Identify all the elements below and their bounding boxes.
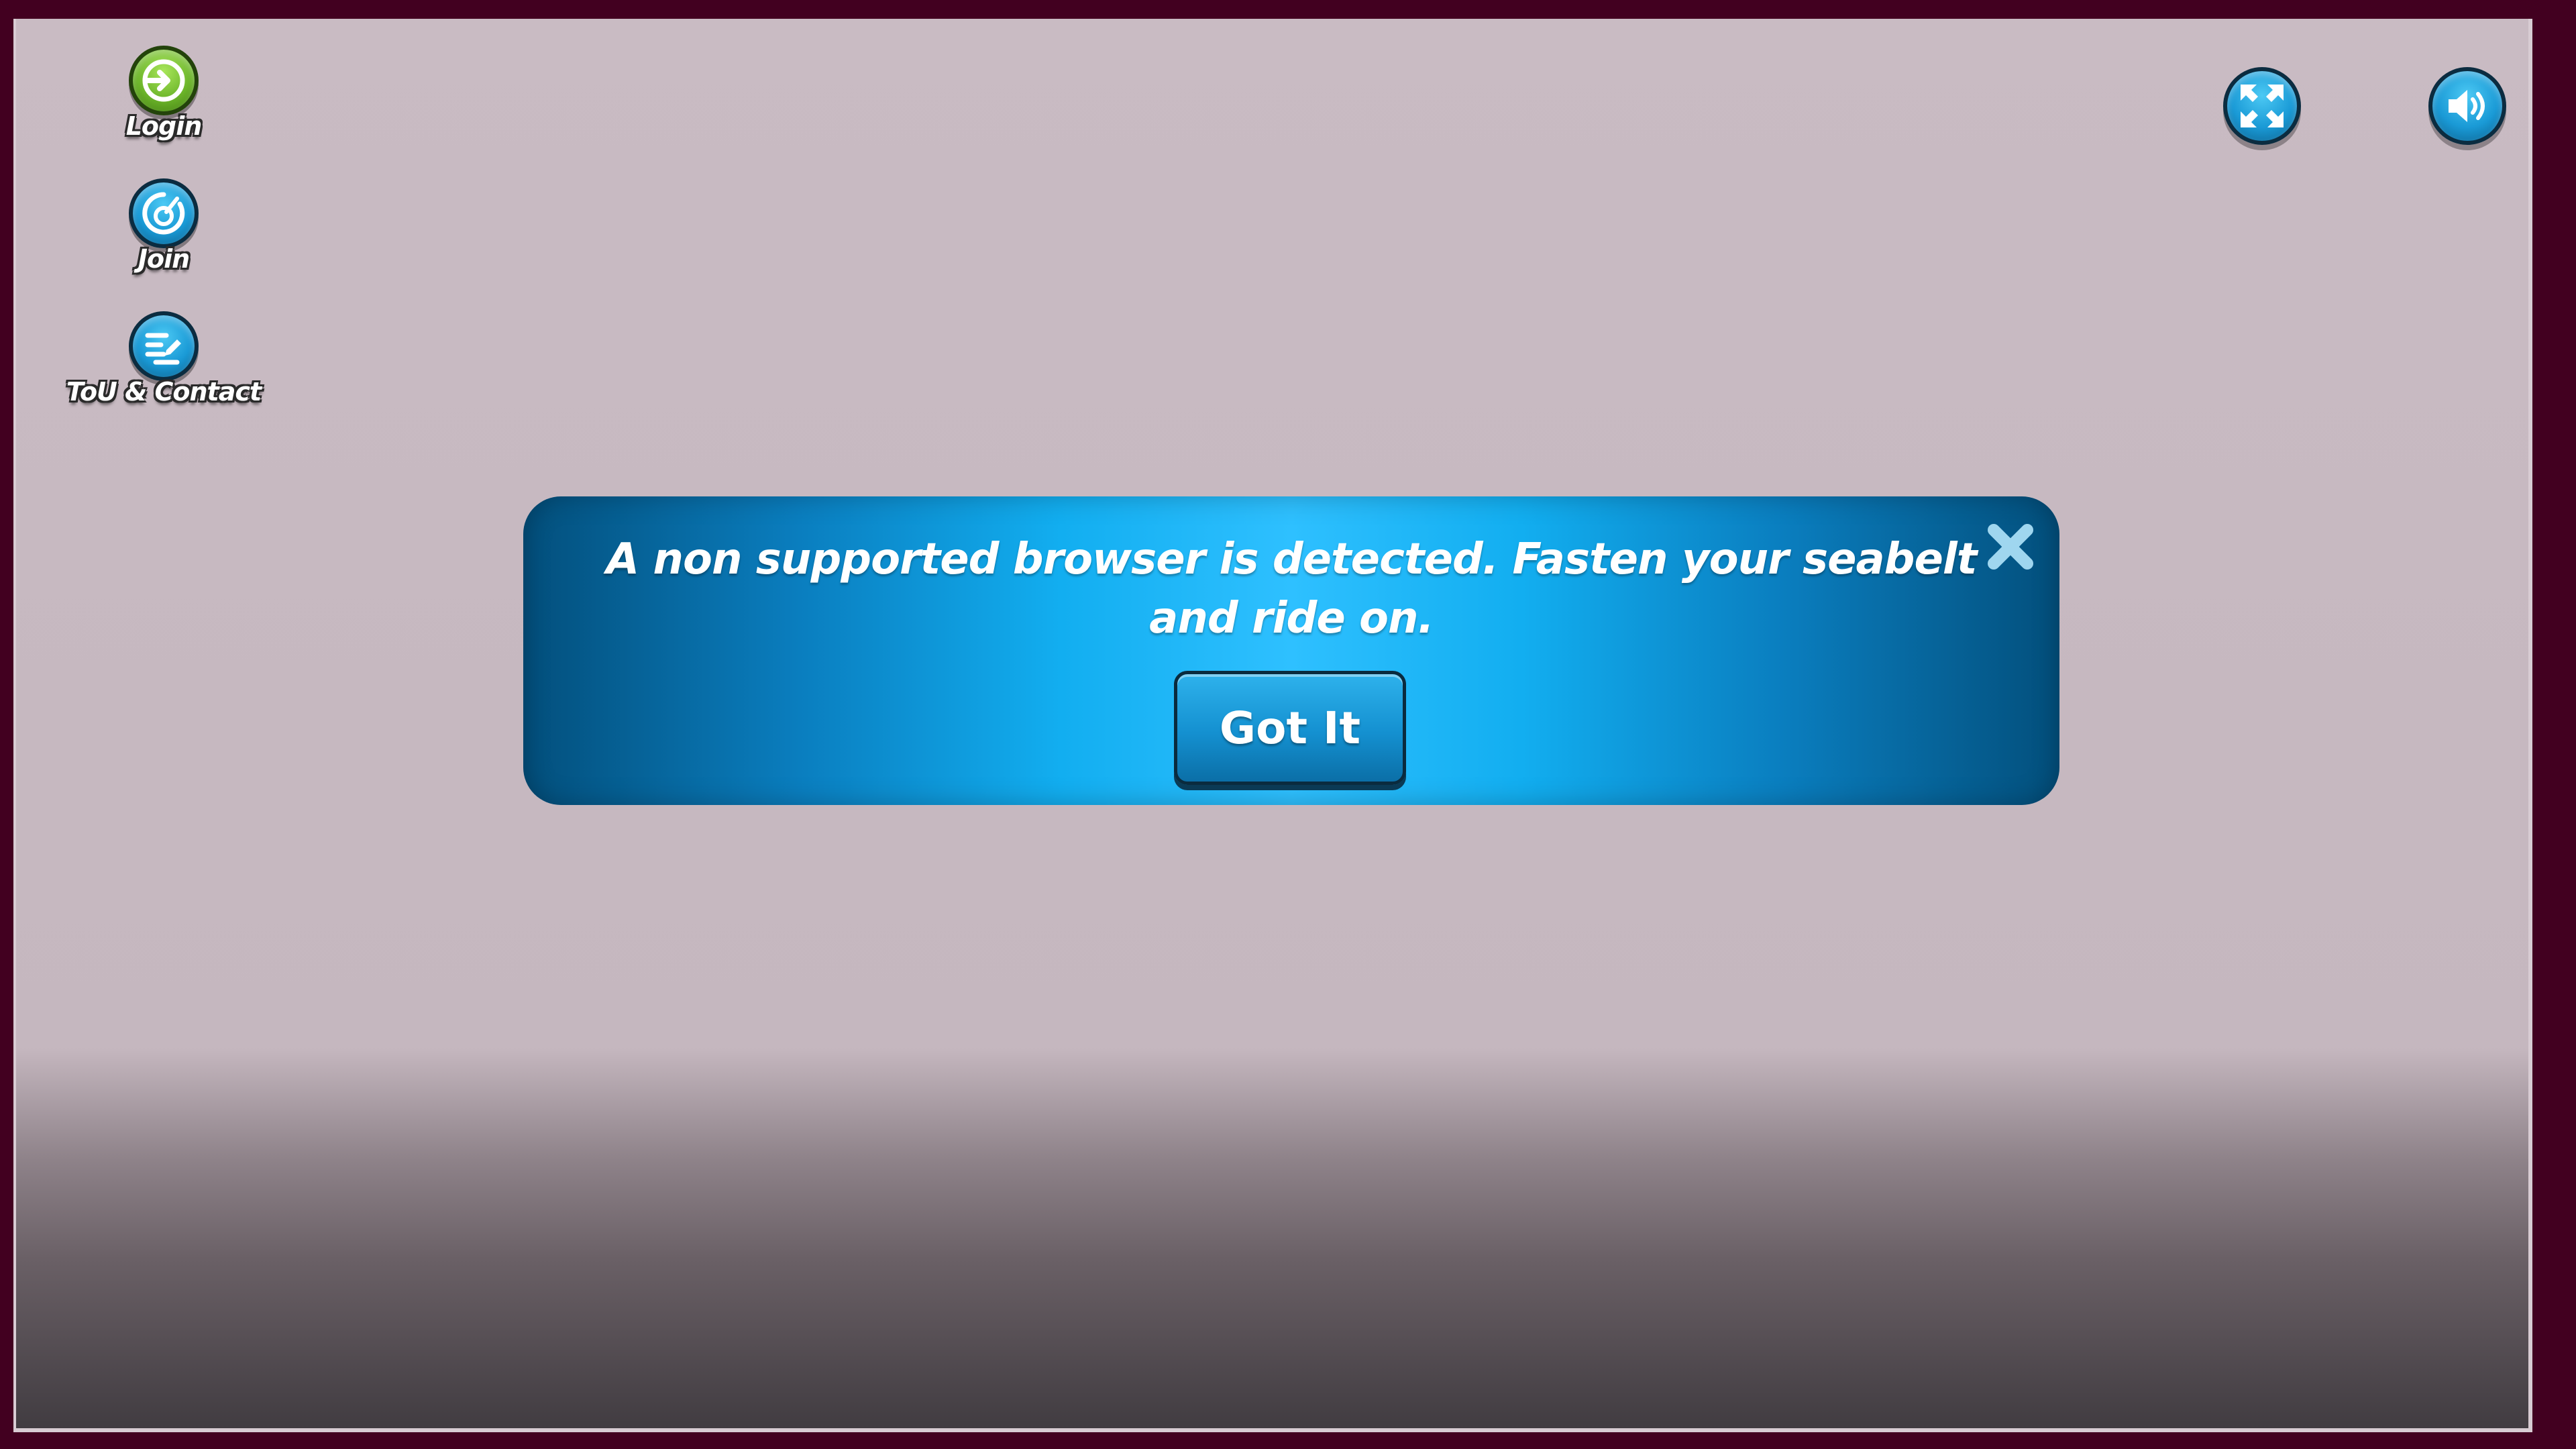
sound-button[interactable]	[2428, 67, 2506, 145]
game-screen: Login Join ToU & Contact A non supported…	[13, 19, 2532, 1432]
tou-contact-icon	[129, 311, 199, 381]
fullscreen-icon	[2241, 85, 2284, 127]
join-label: Join	[138, 244, 190, 274]
login-label: Login	[125, 111, 203, 141]
dialog-close-button[interactable]	[1980, 517, 2041, 577]
login-icon	[129, 46, 199, 115]
join-button[interactable]: Join	[63, 178, 264, 274]
tou-contact-button[interactable]: ToU & Contact	[63, 311, 264, 407]
sound-icon	[2449, 90, 2485, 122]
got-it-button[interactable]: Got It	[1174, 671, 1406, 785]
close-icon	[1988, 524, 2033, 570]
dialog-message: A non supported browser is detected. Fas…	[606, 535, 1978, 643]
login-button[interactable]: Login	[63, 46, 264, 141]
fullscreen-button[interactable]	[2223, 67, 2301, 145]
join-icon	[129, 178, 199, 248]
tou-contact-label: ToU & Contact	[66, 377, 262, 407]
browser-warning-dialog: A non supported browser is detected. Fas…	[523, 496, 2059, 805]
